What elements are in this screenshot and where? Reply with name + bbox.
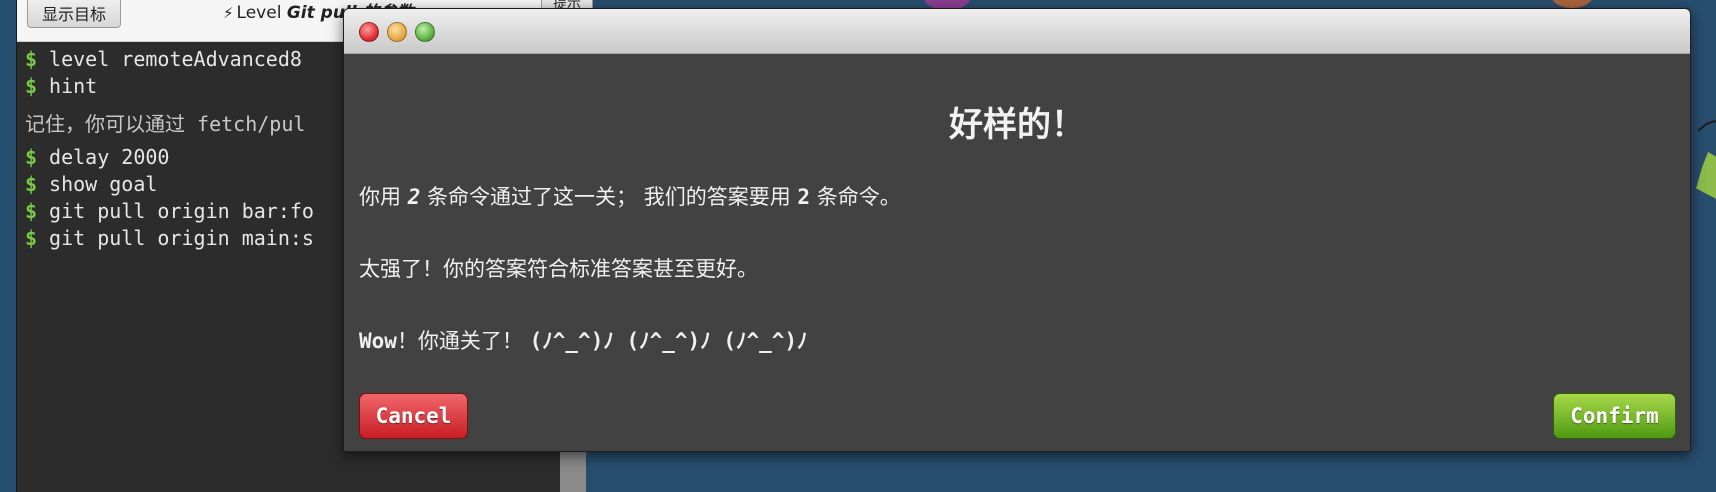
command-text: show goal <box>49 172 158 196</box>
close-window-icon[interactable] <box>359 22 379 42</box>
kaomoji-text: (ﾉ^_^)ﾉ (ﾉ^_^)ﾉ (ﾉ^_^)ﾉ <box>529 329 808 353</box>
wow-text: Wow <box>359 329 397 353</box>
dialog-titlebar <box>344 9 1690 54</box>
terminal-line: $ hint <box>25 73 314 100</box>
prompt-symbol: $ <box>25 199 38 223</box>
result-summary: 你用 2 条命令通过了这一关； 我们的答案要用 2 条命令。 <box>359 181 901 211</box>
level-prefix: Level <box>236 3 282 23</box>
terminal-output: $ level remoteAdvanced8 $ hint 记住，你可以通过 fe… <box>25 46 314 252</box>
maximize-window-icon[interactable] <box>415 22 435 42</box>
summary-text: 你用 <box>359 185 408 209</box>
summary-text: 条命令。 <box>810 185 901 209</box>
celebration-text: Wow！你通关了！ (ﾉ^_^)ﾉ (ﾉ^_^)ﾉ (ﾉ^_^)ﾉ <box>359 325 808 355</box>
terminal-line: $ show goal <box>25 171 314 198</box>
solution-command-count: 2 <box>797 185 811 209</box>
show-goal-button[interactable]: 显示目标 <box>27 0 122 28</box>
commit-node <box>1552 0 1592 8</box>
prompt-symbol: $ <box>25 226 38 250</box>
command-text: level remoteAdvanced8 <box>49 47 302 71</box>
dialog-heading: 好样的！ <box>949 105 1085 145</box>
summary-text: 条命令通过了这一关； 我们的答案要用 <box>420 185 798 209</box>
prompt-symbol: $ <box>25 172 38 196</box>
prompt-symbol: $ <box>25 47 38 71</box>
command-text: hint <box>49 74 98 98</box>
command-text: git pull origin bar:fo <box>49 199 314 223</box>
command-text: delay 2000 <box>49 145 170 169</box>
command-text: git pull origin main:s <box>49 226 314 250</box>
prompt-symbol: $ <box>25 145 38 169</box>
cancel-button[interactable]: Cancel <box>359 393 468 439</box>
user-command-count: 2 <box>407 185 421 209</box>
confirm-button[interactable]: Confirm <box>1553 393 1676 439</box>
terminal-line: $ git pull origin bar:fo <box>25 198 314 225</box>
praise-text: 太强了！你的答案符合标准答案甚至更好。 <box>359 257 758 281</box>
terminal-line: $ delay 2000 <box>25 144 314 171</box>
level-complete-dialog: 好样的！ 你用 2 条命令通过了这一关； 我们的答案要用 2 条命令。 太强了！… <box>343 8 1691 452</box>
prompt-symbol: $ <box>25 74 38 98</box>
passed-text: ！你通关了！ <box>396 329 530 353</box>
terminal-line: $ git pull origin main:s <box>25 225 314 252</box>
hint-note: 记住，你可以通过 fetch/pul <box>25 112 306 136</box>
lightning-icon: ⚡ <box>223 4 234 22</box>
terminal-line: $ level remoteAdvanced8 <box>25 46 314 73</box>
minimize-window-icon[interactable] <box>387 22 407 42</box>
